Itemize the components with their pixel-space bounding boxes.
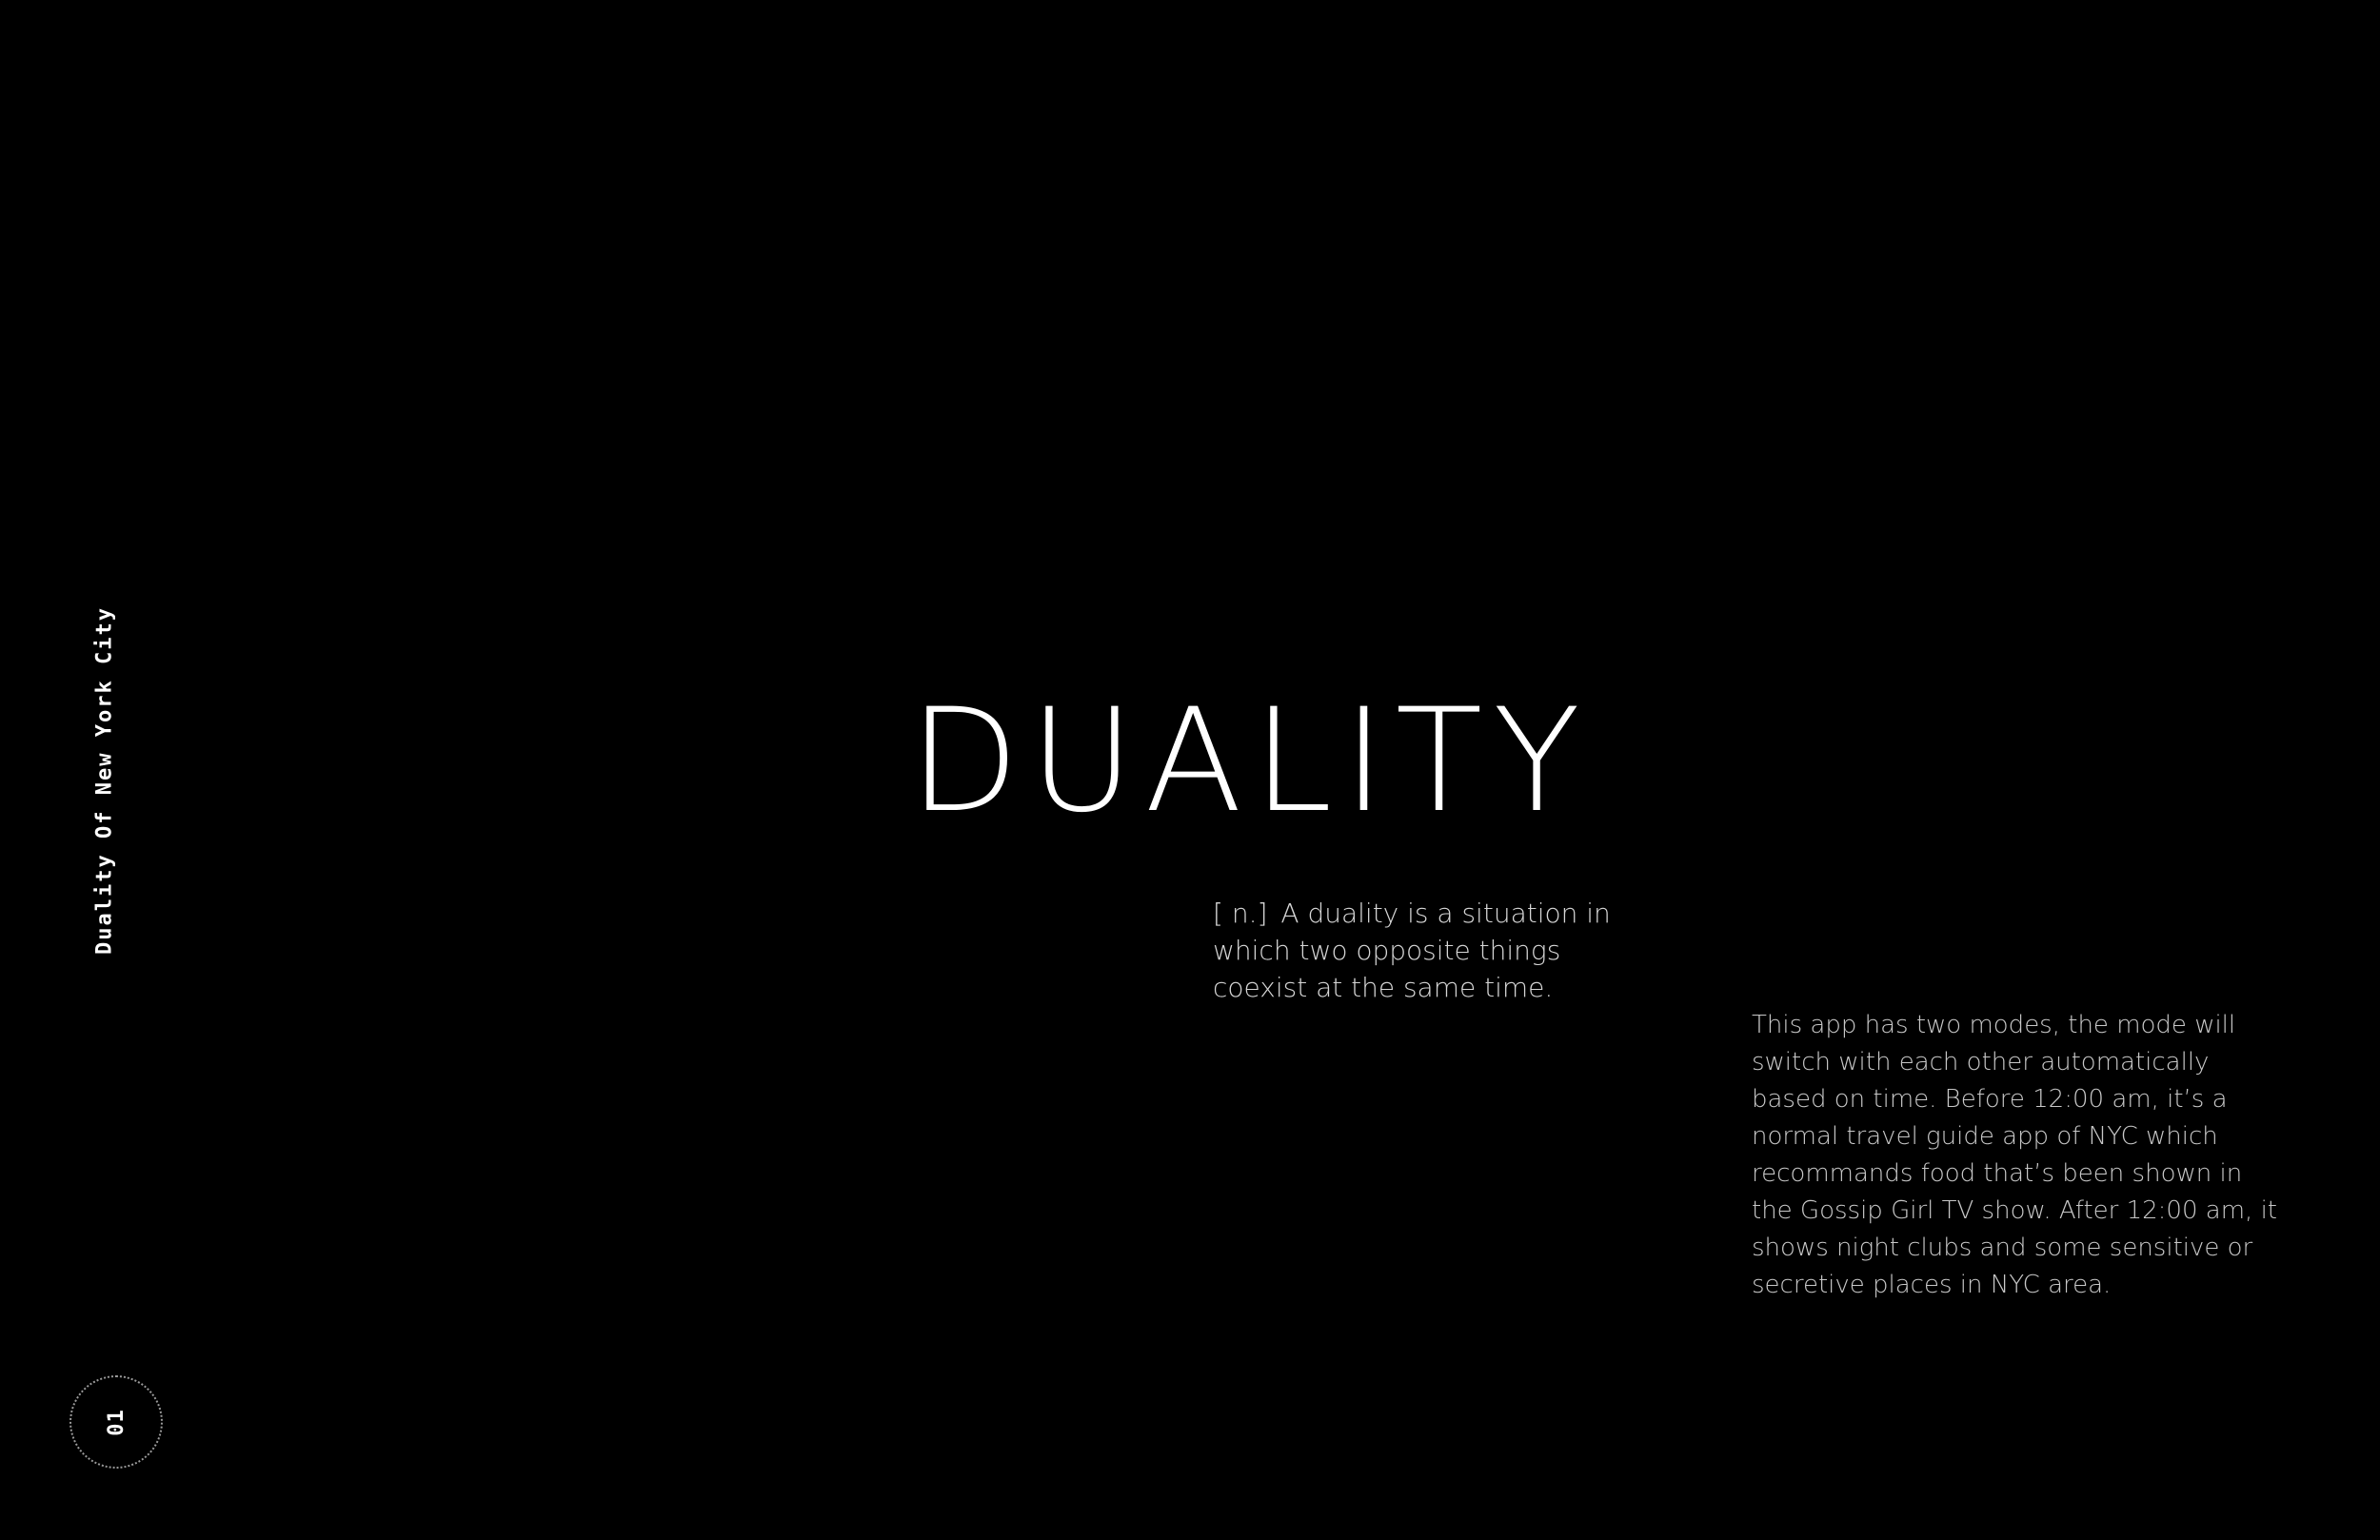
page-number-badge: 01 xyxy=(69,1375,163,1469)
page-number: 01 xyxy=(104,1408,129,1436)
definition-text: A duality is a situation in which two op… xyxy=(1213,898,1611,1003)
definition-block: [ n.] A duality is a situation in which t… xyxy=(1213,895,1651,1006)
definition-part-of-speech: [ n.] xyxy=(1213,898,1268,929)
side-title: Duality Of New York City xyxy=(92,606,117,955)
page-title: DUALITY xyxy=(909,679,1591,844)
description-paragraph: This app has two modes, the mode will sw… xyxy=(1752,1011,2277,1299)
